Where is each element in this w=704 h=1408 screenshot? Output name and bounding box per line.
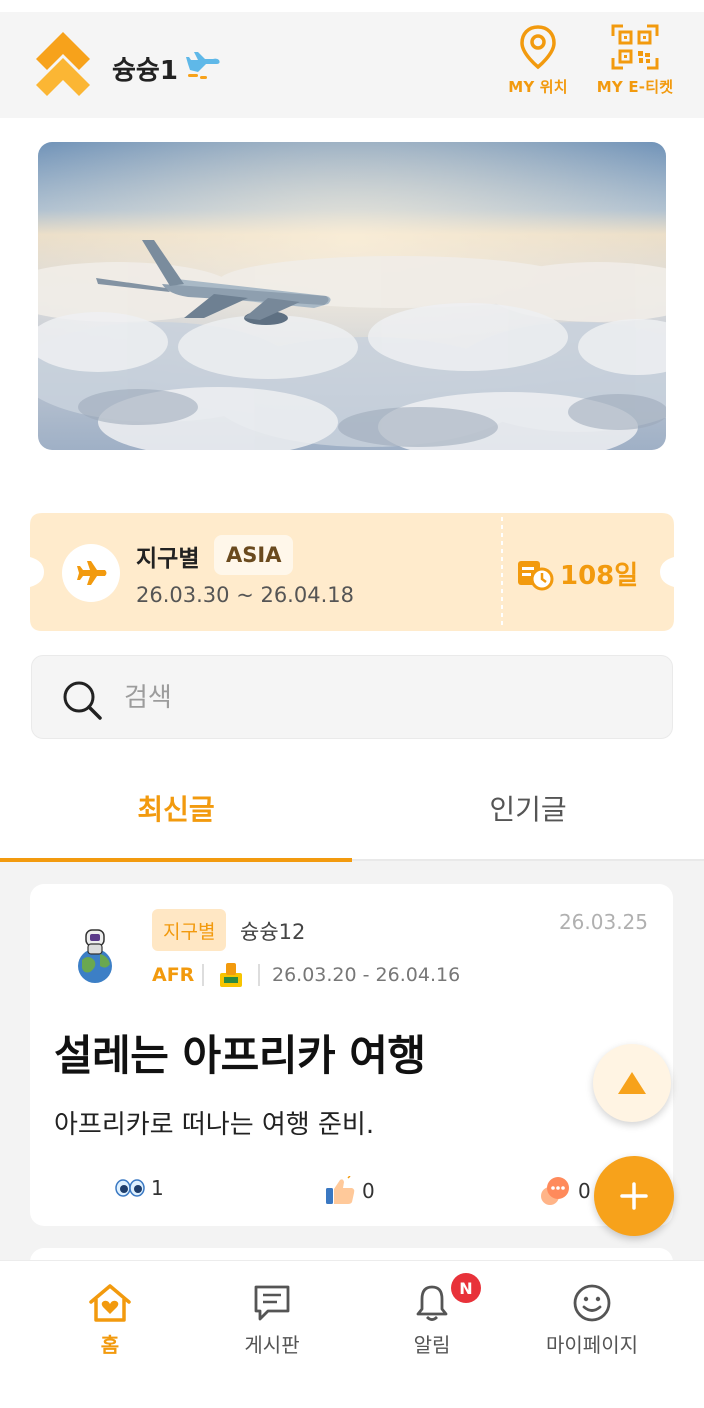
calendar-clock-icon: [518, 561, 554, 591]
tab-popular[interactable]: 인기글: [352, 788, 704, 828]
logo-icon[interactable]: [34, 30, 92, 100]
status-bar-area: [0, 0, 704, 12]
trip-region-badge: ASIA: [214, 535, 294, 575]
divider: [202, 964, 204, 986]
post-trip-period: 26.03.20 - 26.04.16: [272, 964, 461, 986]
post-category-badge: 지구별: [152, 909, 227, 951]
chat-bubble-icon: [541, 1177, 569, 1205]
trip-ticket-card[interactable]: 지구별 ASIA 26.03.30 ~ 26.04.18 108일: [30, 513, 674, 631]
post-views-count: 1: [151, 1176, 164, 1200]
home-heart-icon: [89, 1284, 131, 1322]
flag-icon: [220, 963, 242, 987]
airplane-icon: [186, 52, 220, 79]
divider: [258, 964, 260, 986]
airplane-clouds-image: [38, 142, 666, 450]
trip-region: 지구별: [136, 546, 200, 572]
post-comment-button[interactable]: 0: [538, 1176, 591, 1206]
bottom-navigation: 홈 게시판 N 알림 마이페이지: [0, 1260, 704, 1408]
post-title[interactable]: 설레는 아프리카 여행: [54, 1022, 426, 1083]
location-pin-icon: [520, 25, 556, 70]
nav-alarm[interactable]: N 알림: [372, 1273, 492, 1358]
hero-banner[interactable]: [38, 142, 666, 450]
app-header: 슝슝1 MY 위치 MY E-티켓: [0, 12, 704, 118]
post-author[interactable]: 슝슝12: [240, 916, 305, 946]
search-icon: [63, 681, 102, 720]
nav-board-label: 게시판: [244, 1333, 300, 1357]
post-views: 1: [115, 1176, 164, 1200]
my-eticket-button[interactable]: MY E-티켓: [588, 24, 682, 97]
search-bar[interactable]: [31, 655, 673, 739]
trip-dates: 26.03.30 ~ 26.04.18: [136, 583, 354, 607]
airplane-circle-icon: [62, 544, 120, 602]
plus-icon: [620, 1182, 648, 1210]
add-post-button[interactable]: [594, 1156, 674, 1236]
scroll-top-button[interactable]: [593, 1044, 671, 1122]
username: 슝슝1: [112, 56, 178, 86]
bell-icon: [416, 1285, 448, 1321]
nav-board[interactable]: 게시판: [212, 1283, 332, 1358]
nav-mypage-label: 마이페이지: [546, 1333, 638, 1357]
nav-alarm-label: 알림: [413, 1333, 451, 1357]
alarm-badge: N: [451, 1273, 481, 1303]
nav-mypage[interactable]: 마이페이지: [532, 1283, 652, 1358]
arrow-up-icon: [618, 1072, 646, 1094]
post-date: 26.03.25: [558, 910, 648, 934]
tab-latest[interactable]: 최신글: [0, 788, 352, 828]
post-like-button[interactable]: 0: [324, 1176, 375, 1206]
qr-code-icon: [611, 24, 659, 70]
nav-home-label: 홈: [100, 1333, 120, 1357]
trip-dday: 108일: [560, 561, 639, 591]
nav-home[interactable]: 홈: [50, 1283, 170, 1358]
my-eticket-label: MY E-티켓: [596, 78, 674, 96]
thumbs-up-icon: [326, 1176, 355, 1204]
my-location-label: MY 위치: [508, 78, 568, 96]
search-input[interactable]: [124, 676, 644, 720]
eyes-icon: [115, 1179, 145, 1197]
my-location-button[interactable]: MY 위치: [502, 24, 574, 97]
earth-avatar-icon: [78, 929, 112, 983]
post-region-code: AFR: [152, 964, 195, 986]
post-body: 아프리카로 떠나는 여행 준비.: [54, 1110, 375, 1140]
tab-active-indicator: [0, 858, 352, 862]
smile-icon: [573, 1284, 611, 1322]
post-likes-count: 0: [362, 1179, 375, 1203]
post-comments-count: 0: [578, 1179, 591, 1203]
post-card[interactable]: 지구별 슝슝12 26.03.25 AFR 26.03.20 - 26.04.1…: [30, 884, 673, 1226]
board-icon: [254, 1285, 290, 1321]
